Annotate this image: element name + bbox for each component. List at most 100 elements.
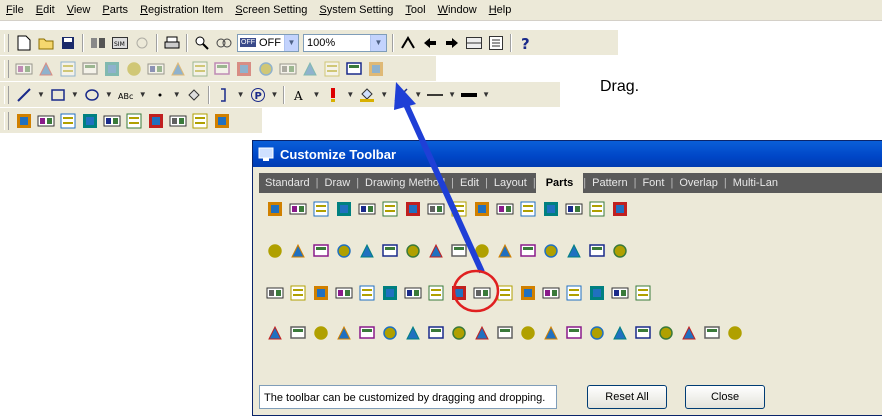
alarm-part-icon[interactable] bbox=[58, 111, 78, 131]
part-tool-icon[interactable] bbox=[610, 199, 630, 219]
chevron-down-icon[interactable]: ▼ bbox=[448, 90, 456, 99]
open-folder-icon[interactable] bbox=[36, 33, 56, 53]
tab-drawing-method[interactable]: Drawing Method bbox=[359, 177, 451, 189]
part-tool-icon[interactable] bbox=[311, 323, 331, 343]
tab-edit[interactable]: Edit bbox=[454, 177, 485, 189]
parts-select-icon[interactable] bbox=[344, 59, 364, 79]
chevron-down-icon[interactable]: ▼ bbox=[71, 90, 79, 99]
circle-icon[interactable] bbox=[82, 85, 102, 105]
flip-v-icon[interactable] bbox=[212, 59, 232, 79]
bring-front-icon[interactable] bbox=[102, 59, 122, 79]
part-tool-icon[interactable] bbox=[518, 323, 538, 343]
line-type-icon[interactable] bbox=[391, 85, 411, 105]
line-width-icon[interactable] bbox=[425, 85, 445, 105]
part-tool-icon[interactable] bbox=[587, 241, 607, 261]
dialog-title-bar[interactable]: Customize Toolbar bbox=[253, 141, 882, 167]
part-tool-icon[interactable] bbox=[334, 241, 354, 261]
part-tool-icon[interactable] bbox=[449, 241, 469, 261]
simulator-icon[interactable]: SIM bbox=[110, 33, 130, 53]
chevron-down-icon[interactable]: ▼ bbox=[237, 90, 245, 99]
part-tool-icon[interactable] bbox=[334, 199, 354, 219]
part-tool-icon[interactable] bbox=[426, 323, 446, 343]
graph-part-icon[interactable] bbox=[146, 111, 166, 131]
part-tool-icon[interactable] bbox=[587, 283, 607, 303]
part-tool-icon[interactable] bbox=[265, 323, 285, 343]
part-tool-icon[interactable] bbox=[472, 199, 492, 219]
part-tool-icon[interactable] bbox=[564, 241, 584, 261]
menu-registration-item[interactable]: Registration Item bbox=[134, 0, 229, 20]
chevron-down-icon[interactable]: ▼ bbox=[312, 90, 320, 99]
jump-icon[interactable] bbox=[398, 33, 418, 53]
part-tool-icon[interactable] bbox=[403, 323, 423, 343]
overlap-display-icon[interactable] bbox=[214, 33, 234, 53]
font-color-icon[interactable]: A bbox=[289, 85, 309, 105]
lamp-part-icon[interactable] bbox=[36, 111, 56, 131]
part-tool-icon[interactable] bbox=[564, 323, 584, 343]
part-tool-icon[interactable] bbox=[656, 323, 676, 343]
pattern-p-icon[interactable]: P bbox=[248, 85, 268, 105]
part-tool-icon[interactable] bbox=[610, 283, 630, 303]
flip-h-icon[interactable] bbox=[190, 59, 210, 79]
part-tool-icon[interactable] bbox=[334, 323, 354, 343]
chevron-down-icon[interactable]: ▼ bbox=[482, 90, 490, 99]
toolbar-grip[interactable] bbox=[4, 111, 9, 130]
part-tool-icon[interactable] bbox=[357, 241, 377, 261]
print-icon[interactable] bbox=[162, 33, 182, 53]
menu-system-setting[interactable]: System Setting bbox=[313, 0, 399, 20]
redo-icon[interactable] bbox=[322, 59, 342, 79]
copy-icon[interactable] bbox=[36, 59, 56, 79]
part-tool-icon[interactable] bbox=[426, 283, 446, 303]
chevron-down-icon[interactable]: ▼ bbox=[284, 34, 298, 51]
part-tool-icon[interactable] bbox=[541, 199, 561, 219]
chevron-down-icon[interactable]: ▼ bbox=[105, 90, 113, 99]
toolbar-grip[interactable] bbox=[4, 85, 9, 104]
back-arrow-icon[interactable] bbox=[420, 33, 440, 53]
part-tool-icon[interactable] bbox=[564, 283, 584, 303]
tab-standard[interactable]: Standard bbox=[259, 177, 316, 189]
alert-part-icon[interactable] bbox=[190, 111, 210, 131]
select-icon[interactable] bbox=[278, 59, 298, 79]
chevron-down-icon[interactable]: ▼ bbox=[271, 90, 279, 99]
part-tool-icon[interactable] bbox=[587, 323, 607, 343]
menu-parts[interactable]: Parts bbox=[96, 0, 134, 20]
trend-part-icon[interactable] bbox=[168, 111, 188, 131]
list-view-icon[interactable] bbox=[486, 33, 506, 53]
transfer-icon[interactable] bbox=[88, 33, 108, 53]
fill-color-icon[interactable] bbox=[357, 85, 377, 105]
chevron-down-icon[interactable]: ▼ bbox=[139, 90, 147, 99]
toolbar-grip[interactable] bbox=[4, 59, 9, 78]
group-icon[interactable] bbox=[146, 59, 166, 79]
menu-tool[interactable]: Tool bbox=[399, 0, 431, 20]
part-tool-icon[interactable] bbox=[725, 323, 745, 343]
part-tool-icon[interactable] bbox=[311, 283, 331, 303]
line-color-icon[interactable] bbox=[323, 85, 343, 105]
part-tool-icon[interactable] bbox=[288, 323, 308, 343]
chevron-down-icon[interactable]: ▼ bbox=[37, 90, 45, 99]
part-tool-icon[interactable] bbox=[495, 199, 515, 219]
keypad-icon[interactable] bbox=[464, 33, 484, 53]
part-tool-icon[interactable] bbox=[403, 283, 423, 303]
part-tool-icon[interactable] bbox=[311, 199, 331, 219]
line-icon[interactable] bbox=[14, 85, 34, 105]
undo-icon[interactable] bbox=[300, 59, 320, 79]
part-tool-icon[interactable] bbox=[265, 199, 285, 219]
part-tool-icon[interactable] bbox=[265, 241, 285, 261]
text-style-icon[interactable]: ABc bbox=[116, 85, 136, 105]
part-tool-icon[interactable] bbox=[288, 199, 308, 219]
part-tool-icon[interactable] bbox=[633, 283, 653, 303]
numeric-display-part-icon[interactable] bbox=[80, 111, 100, 131]
tab-font[interactable]: Font bbox=[636, 177, 670, 189]
part-tool-icon[interactable] bbox=[472, 241, 492, 261]
part-tool-icon[interactable] bbox=[380, 283, 400, 303]
part-tool-icon[interactable] bbox=[357, 283, 377, 303]
chevron-down-icon[interactable]: ▼ bbox=[173, 90, 181, 99]
save-icon[interactable] bbox=[58, 33, 78, 53]
attribute-icon[interactable] bbox=[256, 59, 276, 79]
part-tool-icon[interactable] bbox=[702, 323, 722, 343]
help-icon[interactable]: ? bbox=[516, 33, 536, 53]
character-display-part-icon[interactable] bbox=[102, 111, 122, 131]
part-tool-icon[interactable] bbox=[541, 241, 561, 261]
part-tool-icon[interactable] bbox=[449, 283, 469, 303]
bracket-icon[interactable] bbox=[214, 85, 234, 105]
tab-multi-lan[interactable]: Multi-Lan bbox=[727, 177, 784, 189]
